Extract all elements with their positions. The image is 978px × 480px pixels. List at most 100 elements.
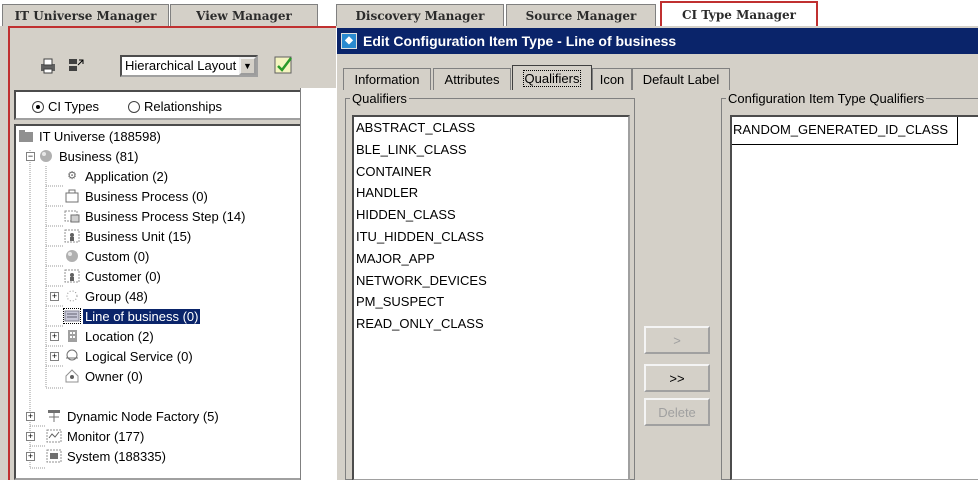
expand-icon[interactable]: + xyxy=(26,432,35,441)
tab-information[interactable]: Information xyxy=(343,68,431,90)
tab-information-label: Information xyxy=(354,72,420,87)
tree-item[interactable]: Business Unit (15) xyxy=(64,226,193,246)
layout-select[interactable]: Hierarchical Layout ▼ xyxy=(120,55,258,77)
tree-item[interactable]: Dynamic Node Factory (5) xyxy=(46,406,221,426)
collapse-icon[interactable]: − xyxy=(26,152,35,161)
list-item[interactable]: HANDLER xyxy=(354,182,628,204)
tree-item-label: Application (2) xyxy=(85,168,169,184)
tree-item-label: Group (48) xyxy=(85,288,148,304)
available-qualifiers-list[interactable]: ABSTRACT_CLASS BLE_LINK_CLASS CONTAINER … xyxy=(352,115,630,480)
list-item[interactable]: PM_SUSPECT xyxy=(354,291,628,313)
tab-view-manager[interactable]: View Manager xyxy=(170,4,318,26)
tab-ci-type-manager[interactable]: CI Type Manager xyxy=(660,1,818,26)
tree-item[interactable]: Custom (0) xyxy=(64,246,151,266)
tab-qualifiers[interactable]: Qualifiers xyxy=(512,65,592,90)
tree-item[interactable]: Group (48) xyxy=(64,286,150,306)
list-item[interactable]: MAJOR_APP xyxy=(354,248,628,270)
tab-default-label[interactable]: Default Label xyxy=(632,68,730,90)
tree-item-selected[interactable]: Line of business (0) xyxy=(63,306,201,326)
delete-qualifier-button[interactable]: Delete xyxy=(644,398,710,426)
layout-select-value: Hierarchical Layout xyxy=(125,58,237,73)
dialog-app-icon: ◆ xyxy=(341,33,357,49)
tab-it-universe-manager[interactable]: IT Universe Manager xyxy=(2,4,169,26)
apply-layout-icon[interactable] xyxy=(272,54,296,78)
tree-item[interactable]: Monitor (177) xyxy=(46,426,146,446)
tree-item-label: System (188335) xyxy=(67,448,166,464)
node-factory-icon xyxy=(46,409,62,423)
add-qualifier-button[interactable]: > xyxy=(644,326,710,354)
sphere-icon xyxy=(64,249,80,263)
qualifiers-legend: Qualifiers xyxy=(350,91,409,106)
expand-icon[interactable]: + xyxy=(26,452,35,461)
monitor-icon xyxy=(46,429,62,443)
tree-item[interactable]: Business Process (0) xyxy=(64,186,210,206)
ci-type-qualifiers-list[interactable]: RANDOM_GENERATED_ID_CLASS xyxy=(730,115,978,480)
radio-relationships[interactable]: Relationships xyxy=(128,99,222,114)
tab-default-label-label: Default Label xyxy=(642,72,720,87)
radio-ci-types-label: CI Types xyxy=(48,99,100,114)
system-icon xyxy=(46,449,62,463)
expand-icon[interactable]: + xyxy=(26,412,35,421)
printer-icon[interactable] xyxy=(38,57,58,77)
tree-item[interactable]: Business Process Step (14) xyxy=(64,206,247,226)
tree-item-label: Location (2) xyxy=(85,328,154,344)
list-item[interactable]: READ_ONLY_CLASS xyxy=(354,313,628,335)
tree-item-label: Owner (0) xyxy=(85,368,143,384)
tab-qualifiers-label: Qualifiers xyxy=(522,69,582,87)
list-item[interactable]: CONTAINER xyxy=(354,161,628,183)
expand-icon[interactable]: + xyxy=(50,332,59,341)
tab-source-manager[interactable]: Source Manager xyxy=(506,4,656,26)
chevron-down-icon[interactable]: ▼ xyxy=(239,57,256,75)
list-item[interactable]: ITU_HIDDEN_CLASS xyxy=(354,226,628,248)
ci-type-tree: IT Universe (188598) − Business (81) ⚙ A… xyxy=(14,124,318,480)
tree-item-label: Business Process (0) xyxy=(85,188,208,204)
group-icon xyxy=(64,289,80,303)
tree-item-label: Custom (0) xyxy=(85,248,150,264)
list-item[interactable]: BLE_LINK_CLASS xyxy=(354,139,628,161)
tree-item[interactable]: System (188335) xyxy=(46,446,168,466)
logical-service-icon xyxy=(64,349,80,363)
expand-icon[interactable]: + xyxy=(50,292,59,301)
radio-dot-icon[interactable] xyxy=(32,100,44,113)
tree-item-label: Line of business (0) xyxy=(83,308,201,324)
tab-discovery-manager[interactable]: Discovery Manager xyxy=(336,4,504,26)
dialog-title-bar[interactable]: ◆ Edit Configuration Item Type - Line of… xyxy=(337,28,978,54)
radio-ci-types[interactable]: CI Types xyxy=(32,99,99,114)
radio-relationships-label: Relationships xyxy=(144,99,223,114)
tree-item[interactable]: ⚙ Application (2) xyxy=(64,166,170,186)
business-process-icon xyxy=(64,189,80,203)
tree-item[interactable]: Owner (0) xyxy=(64,366,145,386)
tree-item[interactable]: Business (81) xyxy=(38,146,140,166)
list-item[interactable]: ABSTRACT_CLASS xyxy=(354,117,628,139)
view-mode-radio-group: CI Types Relationships xyxy=(14,90,318,120)
tree-item-label: Business Process Step (14) xyxy=(85,208,246,224)
expand-icon[interactable]: + xyxy=(50,352,59,361)
dialog-title: Edit Configuration Item Type - Line of b… xyxy=(363,33,677,49)
tree-item-label: Monitor (177) xyxy=(67,428,145,444)
tree-item[interactable]: Customer (0) xyxy=(64,266,163,286)
radio-dot-icon[interactable] xyxy=(128,100,140,113)
customer-icon xyxy=(64,269,80,283)
tree-item[interactable]: IT Universe (188598) xyxy=(18,126,163,146)
qualifiers-group: Qualifiers ABSTRACT_CLASS BLE_LINK_CLASS… xyxy=(345,91,635,480)
tree-item-label: IT Universe (188598) xyxy=(39,128,161,144)
tab-attributes[interactable]: Attributes xyxy=(433,68,511,90)
list-item[interactable]: NETWORK_DEVICES xyxy=(354,270,628,292)
manager-tab-bar: IT Universe Manager View Manager Discove… xyxy=(0,0,978,26)
export-icon[interactable] xyxy=(66,57,86,77)
list-item[interactable]: RANDOM_GENERATED_ID_CLASS xyxy=(732,117,958,145)
list-item[interactable]: HIDDEN_CLASS xyxy=(354,204,628,226)
tab-attributes-label: Attributes xyxy=(444,72,500,87)
line-of-business-icon xyxy=(63,308,81,324)
tree-item-label: Business (81) xyxy=(59,148,139,164)
process-step-icon xyxy=(64,209,80,223)
tree-item[interactable]: Location (2) xyxy=(64,326,156,346)
owner-icon xyxy=(64,369,80,383)
tree-item-label: Dynamic Node Factory (5) xyxy=(67,408,219,424)
add-all-qualifiers-button[interactable]: >> xyxy=(644,364,710,392)
edit-ci-type-dialog: ◆ Edit Configuration Item Type - Line of… xyxy=(336,28,978,480)
tree-item[interactable]: Logical Service (0) xyxy=(64,346,195,366)
folder-icon xyxy=(18,129,34,143)
tab-icon[interactable]: Icon xyxy=(592,68,632,90)
business-unit-icon xyxy=(64,229,80,243)
